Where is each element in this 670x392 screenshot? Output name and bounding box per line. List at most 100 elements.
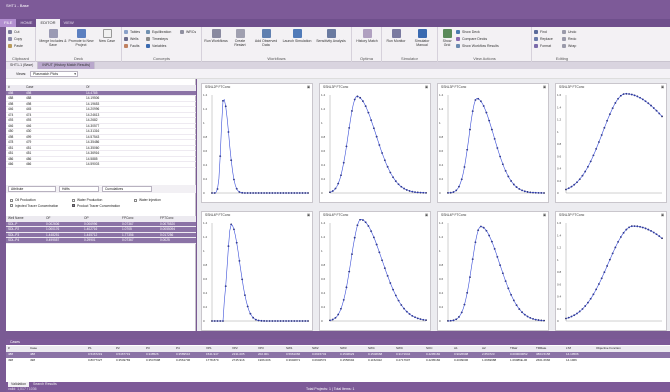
plot-panel[interactable]: SSNL2P FTConc ▣ 0 0.2 0.4 0.6 0.8 1 1.2 1.4 [201,83,313,203]
simulator-manual-button[interactable]: Simulator Manual [409,29,435,47]
show-grid-button[interactable]: Show Grid [440,29,454,47]
doc-tab-base[interactable]: SHT1-1 (Base) [6,62,39,69]
oil-production-check[interactable]: Oil Production [10,198,36,202]
cases-header-cell[interactable]: A1 [454,346,458,352]
paste-button[interactable]: Paste [8,43,23,48]
hdfts-select[interactable]: Hdfts [59,186,99,192]
promote-button[interactable]: Promote to New Project [68,29,94,47]
grid-header-cell[interactable]: Case [24,85,84,90]
well-header-cell[interactable]: FPConc [120,216,158,221]
y-tick-label: 0.8 [203,135,208,139]
wrcs-button[interactable]: WRCs [180,29,196,34]
wrap-button[interactable]: Wrap [562,43,576,48]
run-workflows-button[interactable]: Run Workflows [204,29,228,43]
timesteps-button[interactable]: Timesteps [146,36,168,41]
plot-panel[interactable]: SSNL3P FTConc ▣ 0 0.2 0.4 0.6 0.8 1 1.2 1.4 [437,83,549,203]
tables-button[interactable]: Tables [124,29,140,34]
maximize-icon[interactable]: ▣ [661,213,664,217]
cases-header-cell[interactable]: SW3 [340,346,347,352]
plot-panel[interactable]: SSNL4P FTConc ▣ 0 0.2 0.4 0.6 0.8 1 1.2 1.4 [437,211,549,331]
new-case-button[interactable]: New Case [96,29,118,43]
create-restart-button[interactable]: Create Restart [229,29,251,47]
undo-button[interactable]: Undo [562,29,576,34]
format-button[interactable]: Format [534,43,551,48]
sensitivity-button[interactable]: Sensitivity Analysis [314,29,348,43]
equilibration-button[interactable]: Equilibration [146,29,171,34]
redo-button[interactable]: Redo [562,36,576,41]
water-production-check[interactable]: Water Production [72,198,102,202]
cases-header-cell[interactable]: A2 [482,346,486,352]
maximize-icon[interactable]: ▣ [543,85,546,89]
merge-button[interactable]: Merge Includes & Save [39,29,67,47]
maximize-icon[interactable]: ▣ [425,213,428,217]
wells-button[interactable]: Wells [124,36,139,41]
tab-home[interactable]: HOME [16,19,36,27]
cases-header-cell[interactable]: Objective Function [596,346,621,352]
well-row[interactable]: SDL-P4 0.499557 0.29901 0.07367 0.0025 [6,238,196,244]
maximize-icon[interactable]: ▣ [307,85,310,89]
maximize-icon[interactable]: ▣ [307,213,310,217]
cases-header-cell[interactable]: P1 [88,346,92,352]
cases-row[interactable]: 498 498 0.8077327 0.3549783 0.3547998 0.25617… [6,358,670,364]
views-select[interactable]: Plasmatch Plots ▾ [30,71,78,77]
grid-row[interactable]: 466 466 14.59003 [6,162,196,168]
variables-button[interactable]: Variables [146,43,166,48]
cases-header-cell[interactable]: P3 [146,346,150,352]
find-button[interactable]: Find [534,29,547,34]
tab-view[interactable]: VIEW [60,19,78,27]
cases-header-cell[interactable]: VP3 [258,346,264,352]
well-header-cell[interactable]: FPTConc [158,216,196,221]
well-header-cell[interactable]: OP [82,216,120,221]
cut-button[interactable]: Cut [8,29,19,34]
compare-decks-button[interactable]: Compare Decks [456,36,487,41]
run-monitor-button[interactable]: Run Monitor [384,29,408,43]
grid-cell: 488 [26,96,32,100]
cases-cell: 0.5467219 [88,352,103,356]
cumulatives-select[interactable]: Cumulatives [102,186,152,192]
product-tracer-check[interactable]: Product Tracer Concentration [72,204,128,208]
tab-editor[interactable]: EDITOR [36,19,60,27]
cases-header-cell[interactable]: SWC [396,346,403,352]
maximize-icon[interactable]: ▣ [661,85,664,89]
cases-header-cell[interactable]: VP1 [206,346,212,352]
cases-header-cell[interactable]: P2 [116,346,120,352]
plot-panel[interactable]: SSNL3P FTConc ▣ 0 0.2 0.4 0.6 0.8 1 1.2 1.4 1.6 [555,211,667,331]
maximize-icon[interactable]: ▣ [425,85,428,89]
show-deck-button[interactable]: Show Deck [456,29,480,34]
copy-button[interactable]: Copy [8,36,22,41]
water-injection-check[interactable]: Water Injection [134,198,161,202]
attribute-select[interactable]: Attribute [8,186,56,192]
plot-panel[interactable]: SSNL3P FTConc ▣ 0 0.2 0.4 0.6 0.8 1 1.2 1.4 [319,83,431,203]
history-match-button[interactable]: History Match [354,29,380,43]
launch-simulation-button[interactable]: Launch Simulation [282,29,312,43]
show-workflow-results-button[interactable]: Show Workflow Results [456,43,499,48]
injected-tracer-check[interactable]: Injected Tracer Concentration [10,204,66,208]
well-header-cell[interactable]: Well Name [6,216,44,221]
grid-header-cell[interactable]: Of [84,85,196,90]
well-header-cell[interactable]: OF [44,216,82,221]
cases-header-cell[interactable]: P4 [176,346,180,352]
y-tick-label: 0.8 [321,135,326,139]
cases-header-cell[interactable]: SW2 [312,346,319,352]
plot-panel[interactable]: SSNL3P FTConc ▣ 0 0.2 0.4 0.6 0.8 1 1.2 1.4 1.6 [555,83,667,203]
cases-header-cell[interactable]: # [8,346,10,352]
tab-file[interactable]: FILE [0,19,17,27]
replace-button[interactable]: Replace [534,36,553,41]
faults-button[interactable]: Faults [124,43,140,48]
doc-tab-history-match[interactable]: INPUT (History Match Results) [38,62,96,69]
cases-header-cell[interactable]: TRRate [536,346,546,352]
cases-header-cell[interactable]: SOC [426,346,433,352]
cases-header-cell[interactable]: LTZ [566,346,571,352]
cases-row[interactable]: 488 488 0.5467219 0.5467719 0.348526 0.358951… [6,352,670,358]
cases-header-cell[interactable]: SW4 [368,346,375,352]
cases-header-cell[interactable]: VP2 [232,346,238,352]
menu-tabs: FILE HOME EDITOR VIEW [0,19,670,27]
add-observed-button[interactable]: Add Observed Data [252,29,280,47]
cases-header-cell[interactable]: SW1 [286,346,293,352]
cases-header-cell[interactable]: TRatr [510,346,518,352]
grid-header-cell[interactable]: # [6,85,24,90]
plot-panel[interactable]: SSNL4P FTConc ▣ 0 0.2 0.4 0.6 0.8 1 1.2 1.4 [319,211,431,331]
maximize-icon[interactable]: ▣ [543,213,546,217]
cases-header-cell[interactable]: Case [30,346,37,352]
plot-panel[interactable]: SSNL4P FTConc ▣ 0 0.2 0.4 0.6 0.8 1 1.2 1.4 [201,211,313,331]
